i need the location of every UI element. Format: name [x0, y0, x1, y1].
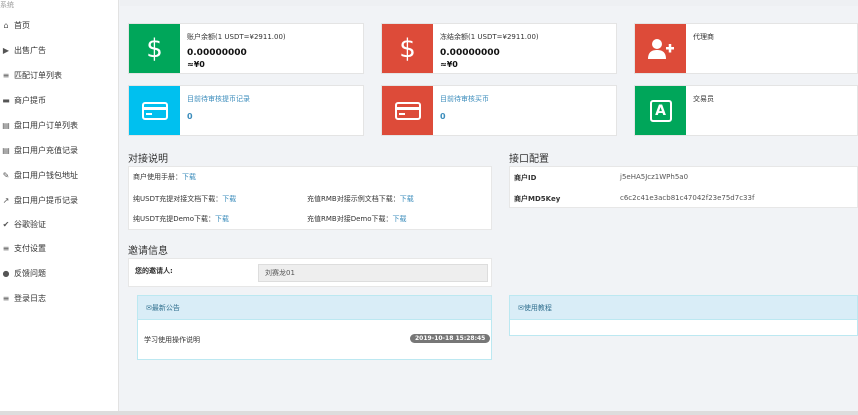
- sidebar-item-label: 商户提币: [14, 95, 46, 105]
- invite-title: 邀请信息: [128, 246, 168, 257]
- frozen-label: 冻结余额(1 USDT=¥2911.00): [440, 33, 539, 41]
- sidebar-item-label: 盘口用户钱包地址: [14, 170, 78, 180]
- sidebar-item-label: 首页: [14, 20, 30, 30]
- usdt-doc-label: 纯USDT充提对接文档下载：: [133, 195, 223, 203]
- notice-panel: ✉最新公告 学习使用操作说明 2019-10-18 15:28:45: [137, 295, 492, 360]
- sidebar-item-10[interactable]: ● 反馈问题: [0, 261, 118, 285]
- card-pending-buy[interactable]: 目前待审核买币 0: [381, 85, 617, 136]
- pending-buy-value: 0: [440, 112, 446, 121]
- balance-cny: ≈¥0: [187, 60, 205, 69]
- list-icon: ≡: [2, 293, 10, 303]
- integration-panel: 商户使用手册：下载 纯USDT充提对接文档下载：下载 充值RMB对接示例文档下载…: [128, 166, 492, 230]
- api-title: 接口配置: [509, 154, 549, 165]
- top-strip: [120, 0, 858, 6]
- usage-panel: ✉使用教程: [509, 295, 858, 336]
- sidebar-item-6[interactable]: ✎ 盘口用户钱包地址: [0, 163, 118, 187]
- google-icon: ✔: [2, 219, 10, 229]
- main-content: $ 账户余额(1 USDT=¥2911.00) 0.00000000 ≈¥0 $…: [120, 0, 858, 415]
- manual-label: 商户使用手册：: [133, 173, 182, 181]
- agent-label: 代理商: [693, 33, 714, 41]
- pending-withdraw-label[interactable]: 目前待审核提币记录: [187, 94, 359, 104]
- usdt-doc-download-link[interactable]: 下载: [222, 195, 236, 203]
- usdt-demo-label: 纯USDT充提Demo下载：: [133, 215, 216, 223]
- comment-icon: ●: [2, 268, 10, 278]
- sidebar-item-label: 匹配订单列表: [14, 70, 62, 80]
- inviter-field: 刘赛龙01: [258, 264, 488, 282]
- sidebar-item-label: 反馈问题: [14, 268, 46, 278]
- rmb-doc-label: 充值RMB对接示例文档下载：: [307, 195, 400, 203]
- dollar-icon: $: [129, 24, 180, 73]
- sidebar-item-7[interactable]: ↗ 盘口用户提币记录: [0, 188, 118, 212]
- balance-value: 0.00000000: [187, 48, 247, 58]
- exchange-label: 交易员: [693, 95, 714, 103]
- sidebar-item-label: 盘口用户充值记录: [14, 145, 78, 155]
- list-icon: ▤: [2, 120, 10, 130]
- card-pending-withdraw[interactable]: 目前待审核提币记录 0: [128, 85, 364, 136]
- sidebar-item-8[interactable]: ✔ 谷歌验证: [0, 212, 118, 236]
- sidebar-item-9[interactable]: ≡ 支付设置: [0, 236, 118, 260]
- card-frozen-balance: $ 冻结余额(1 USDT=¥2911.00) 0.00000000 ≈¥0: [381, 23, 617, 74]
- sidebar-item-4[interactable]: ▤ 盘口用户订单列表: [0, 113, 118, 137]
- notice-date-badge: 2019-10-18 15:28:45: [410, 334, 491, 343]
- balance-label: 账户余额(1 USDT=¥2911.00): [187, 33, 286, 41]
- dollar-icon: $: [382, 24, 433, 73]
- invite-panel: 您的邀请人: 刘赛龙01: [128, 258, 492, 287]
- sidebar-item-label: 登录日志: [14, 293, 46, 303]
- inviter-label: 您的邀请人:: [135, 267, 173, 275]
- credit-card-icon: [382, 86, 433, 135]
- home-icon: ⌂: [3, 20, 9, 30]
- card-agent[interactable]: 代理商: [634, 23, 858, 74]
- credit-card-icon: [129, 86, 180, 135]
- rmb-doc-download-link[interactable]: 下载: [400, 195, 414, 203]
- api-panel: 商户ID j5eHA5Jcz1WPh5a0 商户MD5Key c6c2c41e3…: [509, 166, 858, 208]
- card-exchange[interactable]: A 交易员: [634, 85, 858, 136]
- merchant-id-value: j5eHA5Jcz1WPh5a0: [620, 173, 689, 181]
- sidebar-item-11[interactable]: ≡ 登录日志: [0, 286, 118, 310]
- sidebar-item-0[interactable]: ⌂ 首页: [0, 13, 118, 37]
- bullhorn-icon: ▶: [2, 45, 10, 55]
- sidebar-item-2[interactable]: ≡ 匹配订单列表: [0, 63, 118, 87]
- sidebar-item-label: 出售广告: [14, 45, 46, 55]
- notice-item-link[interactable]: 学习使用操作说明: [144, 335, 200, 345]
- add-user-icon: [635, 24, 686, 73]
- file-icon: ▤: [2, 145, 10, 155]
- sidebar: 系统 ⌂ 首页 ▶ 出售广告 ≡ 匹配订单列表 ▬ 商户提币 ▤ 盘口用户订单列表 ▤ 盘口用户充值记…: [0, 0, 119, 415]
- rmb-demo-label: 充值RMB对接Demo下载：: [307, 215, 393, 223]
- md5-value: c6c2c41e3acb81c47042f23e75d7c33f: [620, 194, 755, 202]
- manual-download-link[interactable]: 下载: [182, 173, 196, 181]
- rmb-demo-download-link[interactable]: 下载: [393, 215, 407, 223]
- edit-icon: ✎: [2, 170, 10, 180]
- frozen-cny: ≈¥0: [440, 60, 458, 69]
- notice-header: ✉最新公告: [138, 296, 491, 320]
- sidebar-item-label: 盘口用户提币记录: [14, 195, 78, 205]
- sidebar-item-5[interactable]: ▤ 盘口用户充值记录: [0, 138, 118, 162]
- usdt-demo-download-link[interactable]: 下载: [215, 215, 229, 223]
- card-account-balance: $ 账户余额(1 USDT=¥2911.00) 0.00000000 ≈¥0: [128, 23, 364, 74]
- external-icon: ↗: [2, 195, 10, 205]
- bottom-scrollbar[interactable]: [0, 411, 858, 415]
- merchant-id-label: 商户ID: [514, 174, 537, 182]
- pending-buy-label[interactable]: 目前待审核买币: [440, 94, 612, 104]
- usage-header: ✉使用教程: [510, 296, 857, 320]
- sidebar-top-label: 系统: [0, 1, 14, 9]
- sidebar-item-label: 支付设置: [14, 243, 46, 253]
- sidebar-item-label: 谷歌验证: [14, 219, 46, 229]
- sidebar-item-1[interactable]: ▶ 出售广告: [0, 38, 118, 62]
- sidebar-item-label: 盘口用户订单列表: [14, 120, 78, 130]
- settings-icon: ≡: [2, 243, 10, 253]
- pending-withdraw-value: 0: [187, 112, 193, 121]
- integration-title: 对接说明: [128, 154, 168, 165]
- letter-a-icon: A: [635, 86, 686, 135]
- list-icon: ≡: [2, 70, 10, 80]
- sidebar-item-3[interactable]: ▬ 商户提币: [0, 88, 118, 112]
- card-icon: ▬: [2, 95, 10, 105]
- md5-label: 商户MD5Key: [514, 195, 561, 203]
- frozen-value: 0.00000000: [440, 48, 500, 58]
